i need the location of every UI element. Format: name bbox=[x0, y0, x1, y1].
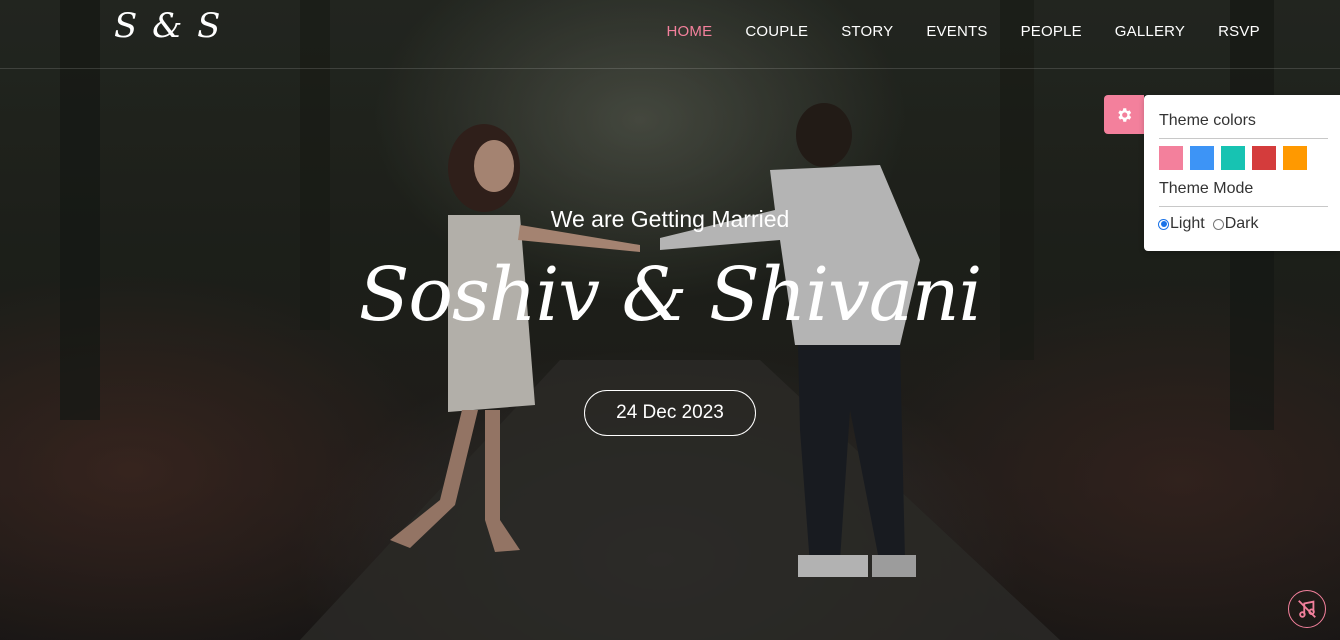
nav-item-couple[interactable]: COUPLE bbox=[729, 23, 825, 40]
swatch-teal[interactable] bbox=[1221, 146, 1245, 170]
swatch-blue[interactable] bbox=[1190, 146, 1214, 170]
light-mode-label[interactable]: Light bbox=[1170, 215, 1205, 233]
theme-mode-title: Theme Mode bbox=[1159, 180, 1254, 197]
theme-colors-title: Theme colors bbox=[1159, 112, 1256, 129]
light-mode-radio[interactable] bbox=[1158, 218, 1169, 230]
site-logo[interactable]: S & S bbox=[114, 6, 222, 46]
color-swatches bbox=[1159, 146, 1314, 170]
theme-settings-panel: Theme colors Theme Mode Light Dark bbox=[1144, 95, 1340, 251]
couple-names: Soshiv & Shivani bbox=[358, 252, 983, 338]
swatch-pink[interactable] bbox=[1159, 146, 1183, 170]
nav-item-story[interactable]: STORY bbox=[825, 23, 910, 40]
dark-mode-radio[interactable] bbox=[1212, 218, 1224, 230]
dark-mode-label[interactable]: Dark bbox=[1225, 215, 1259, 233]
nav-item-gallery[interactable]: GALLERY bbox=[1098, 23, 1201, 40]
nav-item-people[interactable]: PEOPLE bbox=[1004, 23, 1098, 40]
swatch-orange[interactable] bbox=[1283, 146, 1307, 170]
nav-item-rsvp[interactable]: RSVP bbox=[1202, 23, 1277, 40]
theme-toggle-button[interactable] bbox=[1104, 95, 1144, 134]
nav-item-home[interactable]: HOME bbox=[650, 23, 729, 40]
top-navbar: S & S HOME COUPLE STORY EVENTS PEOPLE GA… bbox=[0, 0, 1340, 69]
hero-subtitle: We are Getting Married bbox=[550, 206, 790, 232]
divider bbox=[1159, 206, 1328, 207]
gear-icon bbox=[1118, 107, 1132, 122]
nav-item-events[interactable]: EVENTS bbox=[910, 23, 1004, 40]
wedding-date-badge: 24 Dec 2023 bbox=[584, 390, 756, 436]
music-toggle-button[interactable] bbox=[1288, 590, 1326, 628]
theme-mode-options: Light Dark bbox=[1158, 215, 1266, 233]
swatch-red[interactable] bbox=[1252, 146, 1276, 170]
nav-menu: HOME COUPLE STORY EVENTS PEOPLE GALLERY … bbox=[650, 0, 1276, 62]
divider bbox=[1159, 138, 1328, 139]
music-off-icon bbox=[1298, 600, 1316, 618]
